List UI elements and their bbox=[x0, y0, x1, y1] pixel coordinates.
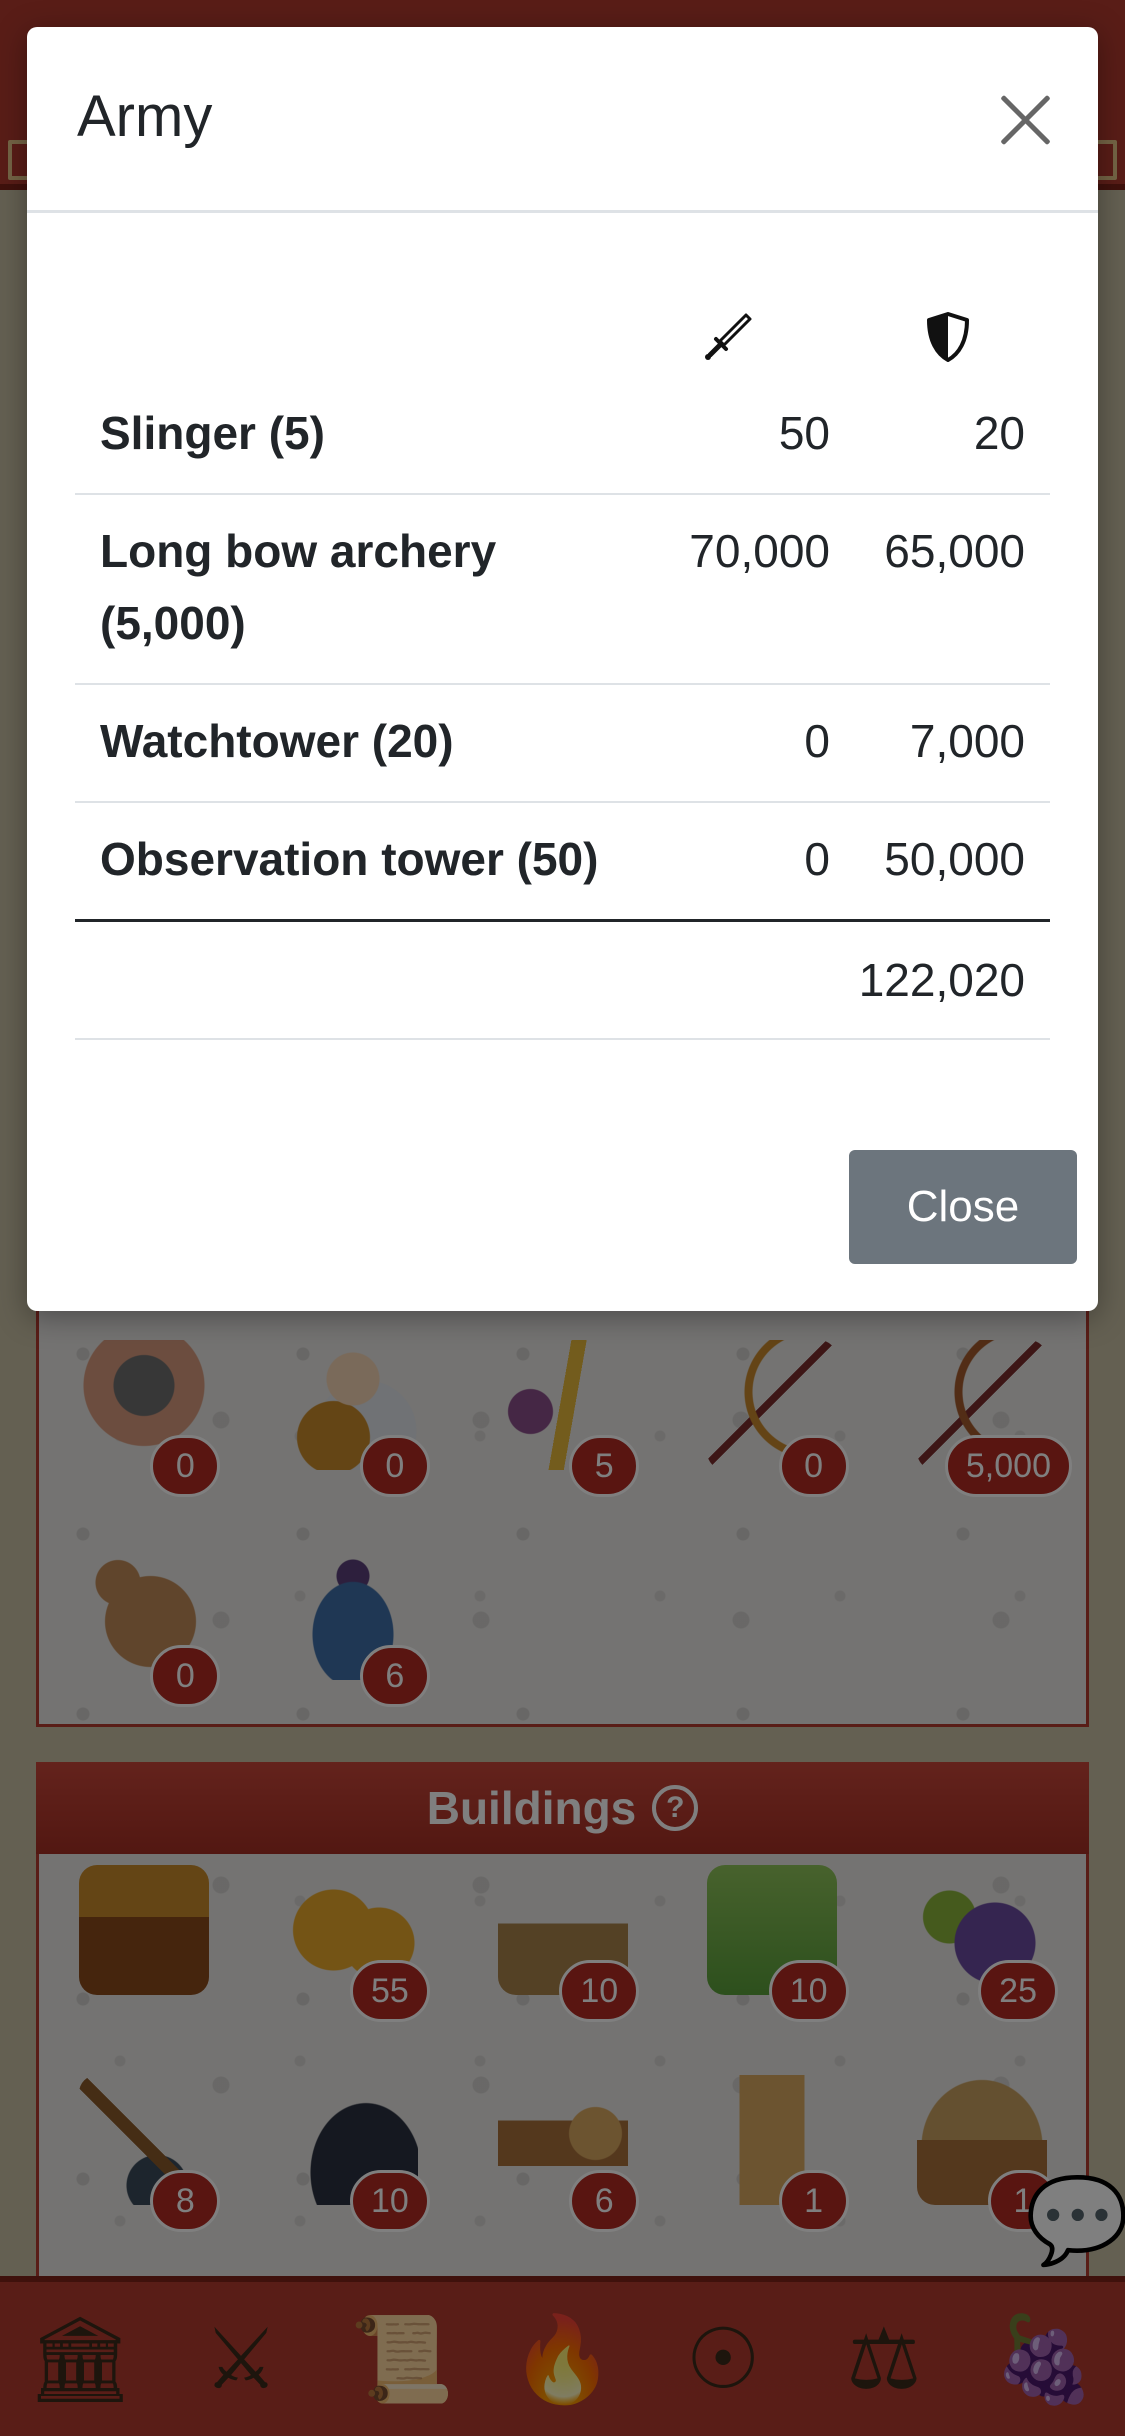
army-modal: Army Slinger (5) 50 20 Long bow archery … bbox=[27, 27, 1098, 1311]
attack-value: 70,000 bbox=[689, 525, 830, 577]
table-row: Watchtower (20) 0 7,000 bbox=[75, 685, 1050, 803]
table-row: Observation tower (50) 0 50,000 bbox=[75, 803, 1050, 922]
attack-value: 0 bbox=[804, 833, 830, 885]
close-button[interactable]: Close bbox=[849, 1150, 1077, 1264]
unit-name: Watchtower (20) bbox=[100, 715, 454, 767]
modal-title: Army bbox=[77, 84, 213, 149]
table-row: Long bow archery (5,000) 70,000 65,000 bbox=[75, 495, 1050, 685]
total-row: 122,020 bbox=[75, 922, 1050, 1040]
shield-icon bbox=[918, 307, 978, 367]
table-row: Slinger (5) 50 20 bbox=[75, 377, 1050, 495]
unit-name: Slinger (5) bbox=[100, 407, 325, 459]
defense-value: 50,000 bbox=[884, 833, 1025, 885]
attack-value: 50 bbox=[778, 407, 830, 459]
unit-name: Long bow archery (5,000) bbox=[100, 525, 497, 649]
defense-value: 20 bbox=[973, 407, 1025, 459]
attack-value: 0 bbox=[804, 715, 830, 767]
modal-header: Army bbox=[27, 27, 1098, 213]
defense-value: 7,000 bbox=[909, 715, 1025, 767]
unit-name: Observation tower (50) bbox=[100, 833, 599, 885]
sword-icon bbox=[698, 307, 758, 367]
close-icon[interactable] bbox=[987, 87, 1063, 163]
defense-value: 65,000 bbox=[884, 525, 1025, 577]
table-header bbox=[75, 277, 1050, 377]
total-defense-value: 122,020 bbox=[858, 954, 1025, 1006]
army-stats-table: Slinger (5) 50 20 Long bow archery (5,00… bbox=[75, 277, 1050, 1040]
